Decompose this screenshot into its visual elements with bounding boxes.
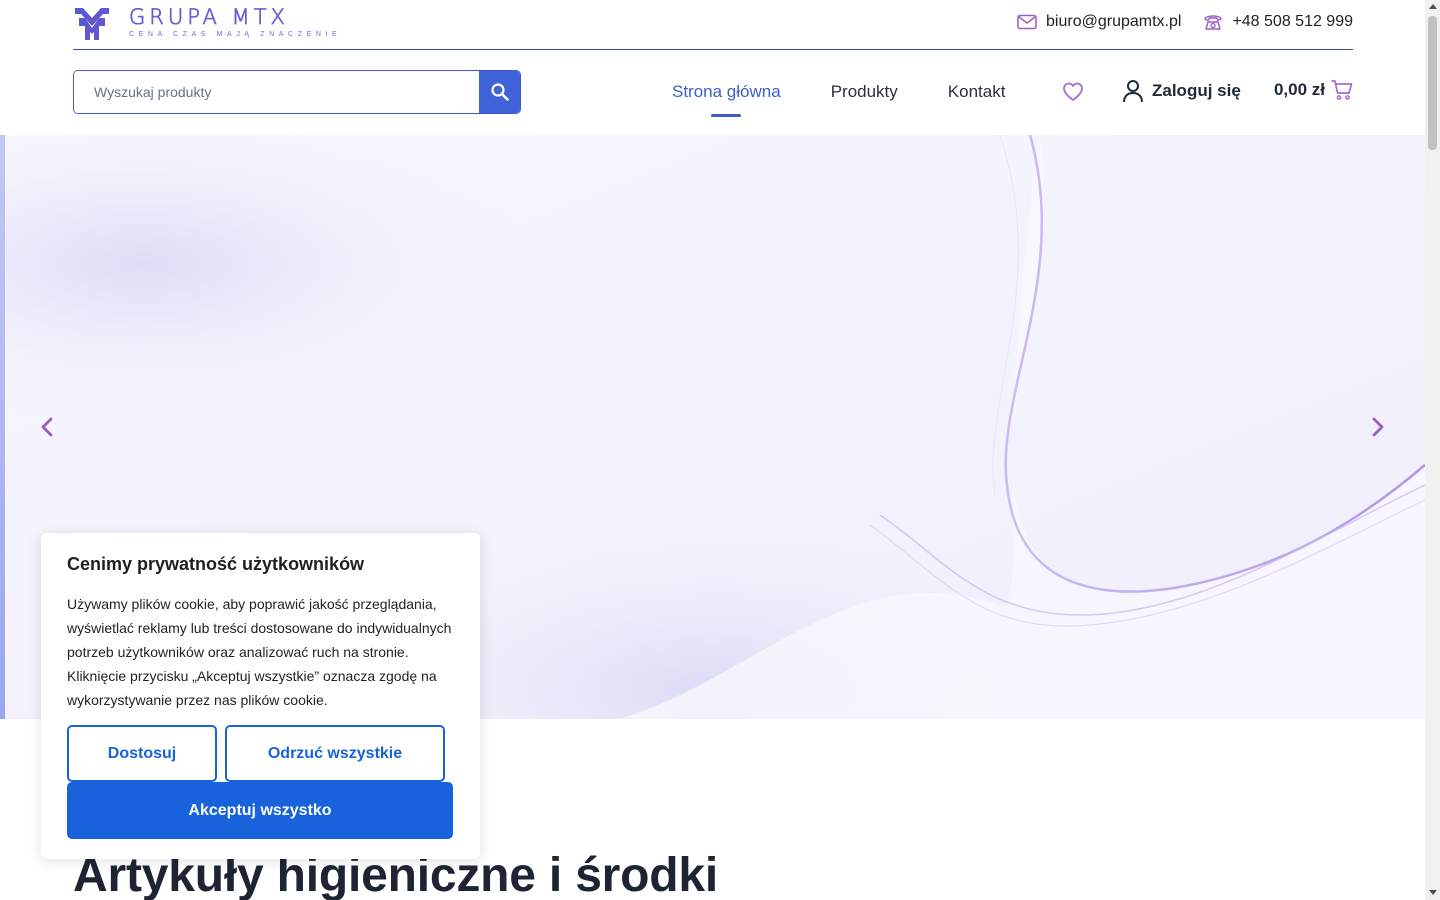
search-input[interactable] bbox=[74, 71, 479, 113]
search-box bbox=[73, 70, 521, 114]
brand-name: GRUPA MTX bbox=[129, 6, 341, 29]
scroll-down-arrow-icon[interactable] bbox=[1429, 890, 1437, 895]
nav-contact[interactable]: Kontakt bbox=[948, 78, 1006, 106]
slider-next-button[interactable] bbox=[1364, 414, 1390, 440]
slider-prev-button[interactable] bbox=[35, 414, 61, 440]
user-icon bbox=[1123, 80, 1143, 103]
customize-button[interactable]: Dostosuj bbox=[67, 725, 217, 782]
cookie-consent-panel: Cenimy prywatność użytkowników Używamy p… bbox=[41, 533, 480, 859]
hero-left-strip bbox=[0, 135, 5, 719]
wishlist-button[interactable] bbox=[1061, 80, 1085, 104]
phone-text: +48 508 512 999 bbox=[1232, 13, 1353, 30]
logo-mark-icon bbox=[75, 8, 109, 40]
scrollbar[interactable] bbox=[1425, 0, 1440, 900]
brand-tagline: CENA CZAS MAJĄ ZNACZENIE bbox=[129, 31, 342, 38]
nav-home[interactable]: Strona główna bbox=[672, 78, 781, 117]
cart-icon bbox=[1331, 80, 1353, 100]
chevron-left-icon bbox=[41, 417, 53, 437]
logo[interactable]: GRUPA MTX CENA CZAS MAJĄ ZNACZENIE bbox=[73, 6, 341, 42]
cart-total: 0,00 zł bbox=[1273, 80, 1325, 99]
chevron-right-icon bbox=[1372, 417, 1384, 437]
cookie-text: Używamy plików cookie, aby poprawić jako… bbox=[67, 596, 452, 708]
nav-products[interactable]: Produkty bbox=[831, 78, 898, 106]
phone-icon bbox=[1204, 15, 1223, 30]
mail-icon bbox=[1017, 14, 1037, 30]
email-contact[interactable]: biuro@grupamtx.pl bbox=[1017, 13, 1181, 31]
scroll-up-arrow-icon[interactable] bbox=[1429, 4, 1437, 9]
main-nav: Strona główna Produkty Kontakt bbox=[672, 78, 1055, 117]
search-button[interactable] bbox=[479, 71, 520, 113]
cookie-title: Cenimy prywatność użytkowników bbox=[67, 554, 365, 574]
scroll-thumb[interactable] bbox=[1428, 16, 1437, 150]
accept-all-button[interactable]: Akceptuj wszystko bbox=[67, 782, 453, 839]
reject-all-button[interactable]: Odrzuć wszystkie bbox=[225, 725, 445, 782]
login-label: Zaloguj się bbox=[1152, 81, 1241, 100]
search-icon bbox=[491, 83, 509, 101]
top-bar: GRUPA MTX CENA CZAS MAJĄ ZNACZENIE biuro… bbox=[73, 0, 1353, 50]
email-text: biuro@grupamtx.pl bbox=[1046, 13, 1182, 30]
login-button[interactable]: Zaloguj się bbox=[1122, 79, 1241, 103]
heart-icon bbox=[1063, 82, 1083, 101]
cart-button[interactable]: 0,00 zł bbox=[1274, 79, 1353, 101]
phone-contact[interactable]: +48 508 512 999 bbox=[1203, 13, 1353, 31]
